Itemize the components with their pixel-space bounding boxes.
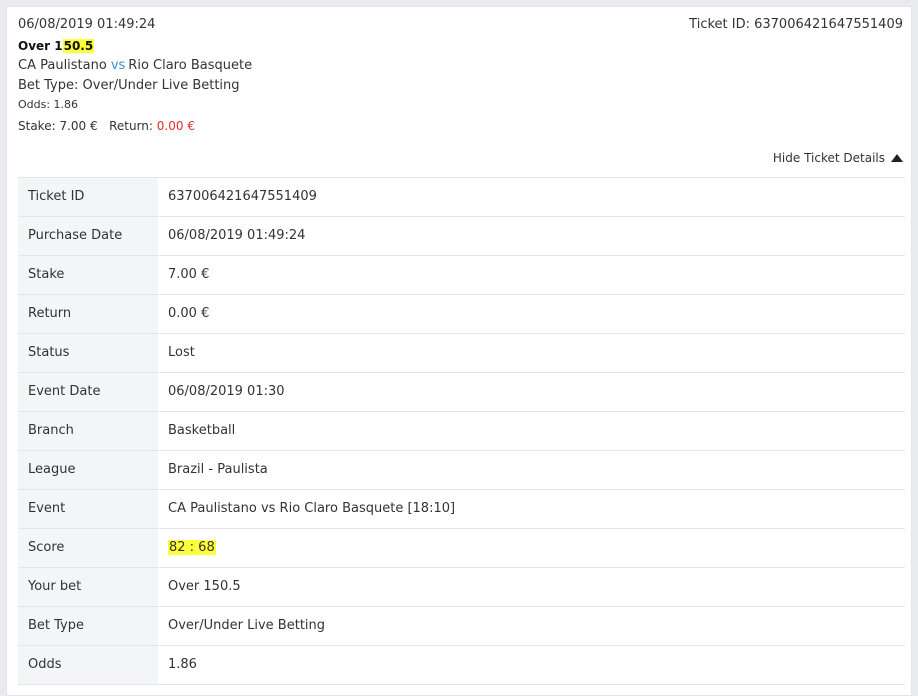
detail-value: Brazil - Paulista [168,462,268,477]
detail-value: 82 : 68 [158,529,905,567]
detail-row-ticket-id: Ticket ID 637006421647551409 [18,178,905,217]
detail-row-your-bet: Your bet Over 150.5 [18,568,905,607]
score-highlight: 82 : 68 [168,540,216,555]
detail-label: Stake [18,256,158,294]
detail-row-event: Event CA Paulistano vs Rio Claro Basquet… [18,490,905,529]
bet-type-summary: Bet Type: Over/Under Live Betting [18,78,240,93]
match-teams: CA Paulistano vs Rio Claro Basquete [18,58,252,73]
detail-row-league: League Brazil - Paulista [18,451,905,490]
stake-return-summary: Stake: 7.00 € Return: 0.00 € [18,119,195,133]
detail-value: Over/Under Live Betting [168,618,326,633]
bet-ticket-card: 06/08/2019 01:49:24 Ticket ID: 637006421… [6,6,912,696]
detail-label: Return [18,295,158,333]
stake-value: 7.00 € [59,119,98,133]
detail-label: Branch [18,412,158,450]
odds-summary: Odds: 1.86 [18,98,79,111]
detail-row-score: Score 82 : 68 [18,529,905,568]
detail-row-bet-type: Bet Type Over/Under Live Betting [18,607,905,646]
detail-value: 0.00 € [168,306,210,321]
detail-label: Status [18,334,158,372]
detail-label: League [18,451,158,489]
detail-value: 7.00 € [168,267,210,282]
caret-up-icon [891,154,903,162]
detail-row-odds: Odds 1.86 [18,646,905,685]
detail-row-return: Return 0.00 € [18,295,905,334]
ticket-details-table: Ticket ID 637006421647551409 Purchase Da… [18,177,905,685]
return-value: 0.00 € [156,119,195,133]
detail-label: Your bet [18,568,158,606]
ticket-date: 06/08/2019 01:49:24 [18,17,156,32]
ticket-id-header: Ticket ID: 637006421647551409 [689,17,903,32]
detail-row-event-date: Event Date 06/08/2019 01:30 [18,373,905,412]
detail-row-stake: Stake 7.00 € [18,256,905,295]
detail-value: 637006421647551409 [168,189,317,204]
status-badge: Lost [168,345,195,360]
bet-selection: Over 150.5 [18,39,95,53]
away-team: Rio Claro Basquete [128,58,253,73]
detail-label: Ticket ID [18,178,158,216]
toggle-label: Hide Ticket Details [772,151,885,165]
detail-label: Odds [18,646,158,684]
detail-value: 06/08/2019 01:30 [168,384,285,399]
selection-highlight: 50.5 [62,39,95,53]
detail-row-purchase-date: Purchase Date 06/08/2019 01:49:24 [18,217,905,256]
detail-value: 06/08/2019 01:49:24 [168,228,306,243]
detail-row-status: Status Lost [18,334,905,373]
detail-label: Score [18,529,158,567]
detail-label: Event [18,490,158,528]
detail-label: Purchase Date [18,217,158,255]
vs-label: vs [110,58,126,73]
stake-label: Stake: [18,119,56,133]
home-team: CA Paulistano [18,58,107,73]
hide-ticket-details-toggle[interactable]: Hide Ticket Details [773,151,903,165]
detail-value: 1.86 [168,657,197,672]
return-label: Return: [109,119,153,133]
detail-label: Bet Type [18,607,158,645]
detail-label: Event Date [18,373,158,411]
selection-prefix: Over 1 [18,39,63,53]
detail-row-branch: Branch Basketball [18,412,905,451]
detail-value: CA Paulistano vs Rio Claro Basquete [18:… [168,501,456,516]
detail-value: Basketball [168,423,236,438]
detail-value: Over 150.5 [168,579,241,594]
